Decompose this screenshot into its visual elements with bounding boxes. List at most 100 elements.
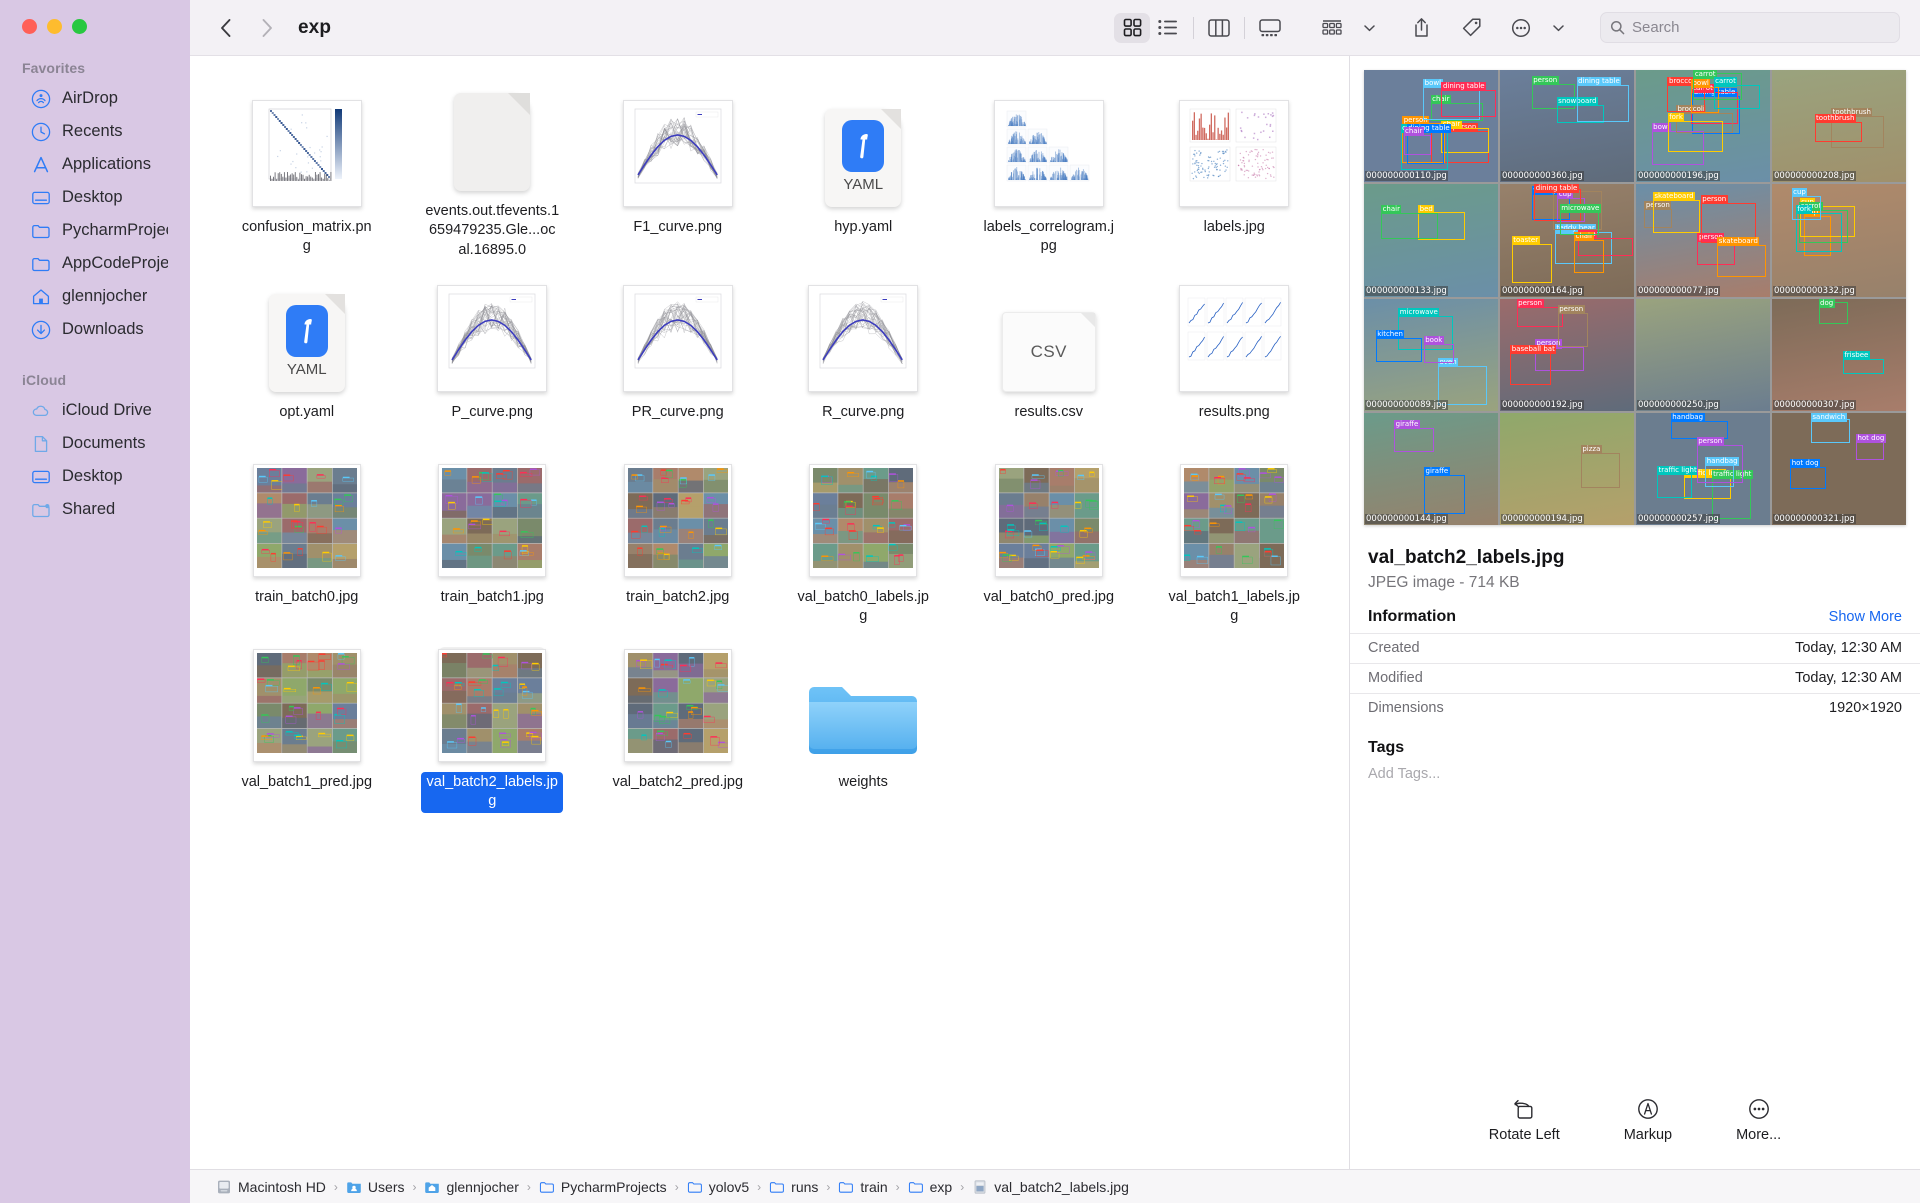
clock-icon xyxy=(30,121,52,143)
breadcrumb-item[interactable]: train xyxy=(838,1179,888,1195)
breadcrumb-item[interactable]: PycharmProjects xyxy=(539,1179,667,1195)
tile-caption: 000000000194.jpg xyxy=(1501,514,1584,524)
file-item[interactable]: labels_correlogram.jpg xyxy=(956,76,1142,261)
more-actions-chevron-down-icon[interactable] xyxy=(1540,13,1576,43)
file-name-label[interactable]: train_batch2.jpg xyxy=(622,587,733,608)
folder-icon xyxy=(807,676,919,762)
search-input[interactable]: Search xyxy=(1600,12,1900,43)
file-item[interactable]: CSV results.csv xyxy=(956,261,1142,446)
files-pane[interactable]: confusion_matrix.png events.out.tfevents.… xyxy=(190,56,1350,1169)
file-name-label[interactable]: val_batch1_labels.jpg xyxy=(1163,587,1305,628)
file-name-label[interactable]: val_batch2_pred.jpg xyxy=(608,772,747,793)
desktop-icon xyxy=(30,466,52,488)
markup-button[interactable]: Markup xyxy=(1624,1098,1672,1143)
file-item[interactable]: PR_curve.png xyxy=(585,261,771,446)
more-actions-button[interactable] xyxy=(1503,13,1539,43)
file-name-label[interactable]: val_batch2_labels.jpg xyxy=(421,772,564,813)
breadcrumb-item[interactable]: glennjocher xyxy=(424,1179,519,1195)
nav-buttons xyxy=(214,16,278,40)
file-item[interactable]: results.png xyxy=(1142,261,1328,446)
file-item[interactable]: val_batch1_pred.jpg xyxy=(214,631,400,816)
file-name-label[interactable]: weights xyxy=(835,772,892,793)
info-key: Dimensions xyxy=(1368,700,1444,716)
folder-title: exp xyxy=(298,16,332,38)
add-tags-input[interactable]: Add Tags... xyxy=(1350,763,1920,782)
breadcrumb-item[interactable]: exp xyxy=(908,1179,952,1195)
maximize-button[interactable] xyxy=(72,19,87,34)
breadcrumb-item[interactable]: runs xyxy=(769,1179,818,1195)
file-item[interactable]: R_curve.png xyxy=(771,261,957,446)
ellipsis-circle-icon xyxy=(1748,1099,1769,1119)
file-name-label[interactable]: train_batch0.jpg xyxy=(251,587,362,608)
sidebar-item-icloud-drive[interactable]: iCloud Drive xyxy=(8,394,180,427)
file-name-label[interactable]: hyp.yaml xyxy=(830,217,896,238)
sidebar-item-desktop[interactable]: Desktop xyxy=(8,460,180,493)
rotate-left-button[interactable]: Rotate Left xyxy=(1489,1098,1560,1143)
show-more-link[interactable]: Show More xyxy=(1829,609,1902,625)
breadcrumb-separator: › xyxy=(333,1179,338,1194)
file-name-label[interactable]: results.csv xyxy=(1011,402,1088,423)
sidebar-item-shared[interactable]: Shared xyxy=(8,493,180,526)
file-item[interactable]: train_batch0.jpg xyxy=(214,446,400,631)
group-by-chevron-down-icon[interactable] xyxy=(1351,13,1387,43)
sidebar-item-downloads[interactable]: Downloads xyxy=(8,313,180,346)
file-item[interactable]: val_batch1_labels.jpg xyxy=(1142,446,1328,631)
breadcrumb-item[interactable]: Users xyxy=(346,1179,404,1195)
breadcrumb-item[interactable]: Macintosh HD xyxy=(216,1179,326,1195)
file-name-label[interactable]: opt.yaml xyxy=(275,402,338,423)
file-name-label[interactable]: labels_correlogram.jpg xyxy=(978,217,1120,258)
forward-button[interactable] xyxy=(256,16,278,40)
file-item[interactable]: val_batch0_labels.jpg xyxy=(771,446,957,631)
icon-view-button[interactable] xyxy=(1114,12,1150,43)
gallery-view-button[interactable] xyxy=(1252,13,1288,43)
file-item[interactable]: weights xyxy=(771,631,957,816)
column-view-button[interactable] xyxy=(1201,13,1237,43)
file-name-label[interactable]: confusion_matrix.png xyxy=(236,217,378,258)
sidebar-item-desktop[interactable]: Desktop xyxy=(8,181,180,214)
more-button[interactable]: More... xyxy=(1736,1098,1781,1143)
sidebar-item-glennjocher[interactable]: glennjocher xyxy=(8,280,180,313)
list-view-button[interactable] xyxy=(1150,13,1186,43)
sidebar-item-applications[interactable]: Applications xyxy=(8,148,180,181)
file-name-label[interactable]: labels.jpg xyxy=(1200,217,1269,238)
sidebar-item-label: glennjocher xyxy=(62,287,148,305)
file-name-label[interactable]: PR_curve.png xyxy=(628,402,728,423)
file-item[interactable]: events.out.tfevents.1659479235.Gle...oca… xyxy=(400,76,586,261)
file-name-label[interactable]: P_curve.png xyxy=(448,402,537,423)
breadcrumb-item[interactable]: val_batch2_labels.jpg xyxy=(972,1179,1129,1195)
file-item[interactable]: YAML opt.yaml xyxy=(214,261,400,446)
tag-button[interactable] xyxy=(1453,13,1489,43)
info-row: Modified Today, 12:30 AM xyxy=(1350,663,1920,693)
breadcrumb-separator: › xyxy=(895,1179,900,1194)
group-by-button[interactable] xyxy=(1314,13,1350,43)
minimize-button[interactable] xyxy=(47,19,62,34)
file-name-label[interactable]: train_batch1.jpg xyxy=(437,587,548,608)
sidebar-item-recents[interactable]: Recents xyxy=(8,115,180,148)
applications-icon xyxy=(30,154,52,176)
file-item[interactable]: val_batch0_pred.jpg xyxy=(956,446,1142,631)
sidebar-item-documents[interactable]: Documents xyxy=(8,427,180,460)
sidebar-item-pycharmprojects[interactable]: PycharmProjects xyxy=(8,214,180,247)
file-name-label[interactable]: val_batch0_pred.jpg xyxy=(979,587,1118,608)
file-item[interactable]: val_batch2_pred.jpg xyxy=(585,631,771,816)
file-item[interactable]: train_batch2.jpg xyxy=(585,446,771,631)
share-button[interactable] xyxy=(1403,13,1439,43)
file-item[interactable]: P_curve.png xyxy=(400,261,586,446)
file-item[interactable]: F1_curve.png xyxy=(585,76,771,261)
file-item[interactable]: labels.jpg xyxy=(1142,76,1328,261)
file-item[interactable]: confusion_matrix.png xyxy=(214,76,400,261)
close-button[interactable] xyxy=(22,19,37,34)
breadcrumb-item[interactable]: yolov5 xyxy=(687,1179,749,1195)
file-name-label[interactable]: F1_curve.png xyxy=(629,217,726,238)
sidebar-item-appcodeprojects[interactable]: AppCodeProjects xyxy=(8,247,180,280)
sidebar-item-airdrop[interactable]: AirDrop xyxy=(8,82,180,115)
file-name-label[interactable]: events.out.tfevents.1659479235.Gle...oca… xyxy=(421,201,563,261)
file-name-label[interactable]: val_batch1_pred.jpg xyxy=(237,772,376,793)
back-button[interactable] xyxy=(214,16,236,40)
file-name-label[interactable]: results.png xyxy=(1195,402,1274,423)
file-item[interactable]: YAML hyp.yaml xyxy=(771,76,957,261)
file-item[interactable]: train_batch1.jpg xyxy=(400,446,586,631)
file-item[interactable]: val_batch2_labels.jpg xyxy=(400,631,586,816)
file-name-label[interactable]: val_batch0_labels.jpg xyxy=(792,587,934,628)
file-name-label[interactable]: R_curve.png xyxy=(818,402,908,423)
